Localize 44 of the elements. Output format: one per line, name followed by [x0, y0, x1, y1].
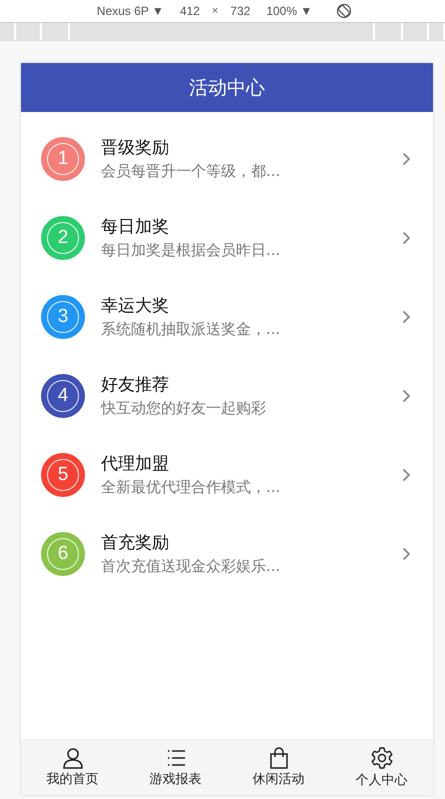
activity-item[interactable]: 2 每日加奖 每日加奖是根据会员昨日... [21, 198, 433, 277]
device-dropdown[interactable]: Nexus 6P ▼ [92, 4, 168, 18]
width-value[interactable]: 412 [178, 4, 202, 18]
chevron-right-icon [402, 388, 411, 402]
activity-item[interactable]: 6 首充奖励 首次充值送现金众彩娱乐... [21, 514, 433, 593]
item-title: 首充奖励 [101, 532, 170, 554]
chevron-right-icon [402, 310, 411, 324]
number-badge: 3 [41, 294, 85, 338]
item-title: 代理加盟 [101, 453, 170, 475]
chevron-right-icon [402, 468, 411, 482]
item-description: 全新最优代理合作模式，... [101, 478, 282, 497]
item-title: 好友推荐 [101, 374, 170, 396]
item-title: 每日加奖 [101, 216, 170, 238]
item-description: 每日加奖是根据会员昨日... [101, 241, 282, 260]
user-icon [62, 747, 84, 769]
chevron-right-icon [402, 152, 411, 166]
page-title: 活动中心 [189, 76, 265, 100]
chevron-right-icon [402, 230, 411, 244]
item-description: 系统随机抽取派送奖金，... [101, 320, 282, 339]
rotate-icon[interactable] [336, 3, 352, 19]
shopping-bag-icon [268, 747, 290, 769]
nav-tab-label[interactable]: 个人中心 [356, 771, 408, 789]
item-description: 首次充值送现金众彩娱乐... [101, 557, 282, 576]
item-title: 幸运大奖 [101, 295, 170, 317]
item-description: 快互动您的好友一起购彩 [101, 399, 267, 418]
settings-icon [370, 746, 394, 770]
nav-tab-label[interactable]: 我的首页 [46, 770, 98, 788]
number-badge: 5 [41, 452, 85, 496]
nav-tab-label[interactable]: 休闲活动 [252, 770, 304, 788]
nav-tab-label[interactable]: 游戏报表 [150, 770, 202, 788]
times-sign: × [212, 5, 218, 17]
number-badge: 6 [41, 532, 85, 576]
number-badge: 2 [41, 216, 85, 260]
item-description: 会员每晋升一个等级，都... [101, 162, 282, 181]
activity-item[interactable]: 5 代理加盟 全新最优代理合作模式，... [21, 435, 433, 514]
number-badge: 4 [41, 374, 85, 418]
height-value[interactable]: 732 [228, 4, 252, 18]
chevron-right-icon [402, 546, 411, 560]
activity-item[interactable]: 4 好友推荐 快互动您的好友一起购彩 [21, 356, 433, 435]
activity-item[interactable]: 1 晋级奖励 会员每晋升一个等级，都... [21, 119, 433, 198]
activity-item[interactable]: 3 幸运大奖 系统随机抽取派送奖金，... [21, 277, 433, 356]
item-title: 晋级奖励 [101, 137, 170, 159]
zoom-dropdown[interactable]: 100% ▼ [262, 4, 316, 18]
number-badge: 1 [41, 136, 85, 180]
